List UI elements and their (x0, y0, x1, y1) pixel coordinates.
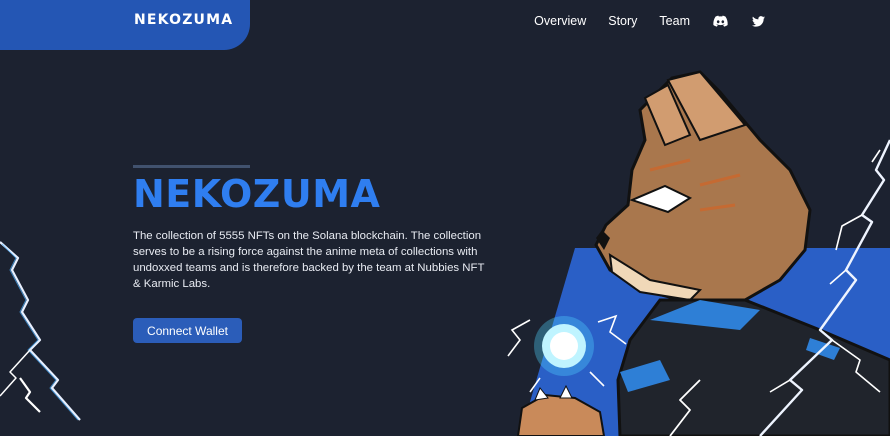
energy-orb (507, 314, 627, 393)
discord-icon[interactable] (712, 14, 728, 28)
twitter-icon[interactable] (750, 14, 766, 28)
nav-story[interactable]: Story (608, 14, 637, 28)
nav-overview[interactable]: Overview (534, 14, 586, 28)
logo[interactable]: NEKOZUMA (134, 12, 233, 28)
hero-artwork (0, 70, 890, 436)
cat-illustration (516, 70, 890, 436)
top-nav: Overview Story Team (534, 14, 766, 28)
blue-panel (520, 248, 890, 436)
hero-title: NEKOZUMA (133, 172, 381, 216)
connect-wallet-button[interactable]: Connect Wallet (133, 318, 242, 343)
nav-team[interactable]: Team (659, 14, 690, 28)
left-lightning (0, 241, 81, 421)
right-lightning (669, 139, 890, 436)
hero-description: The collection of 5555 NFTs on the Solan… (133, 230, 485, 290)
title-rule (133, 165, 250, 168)
